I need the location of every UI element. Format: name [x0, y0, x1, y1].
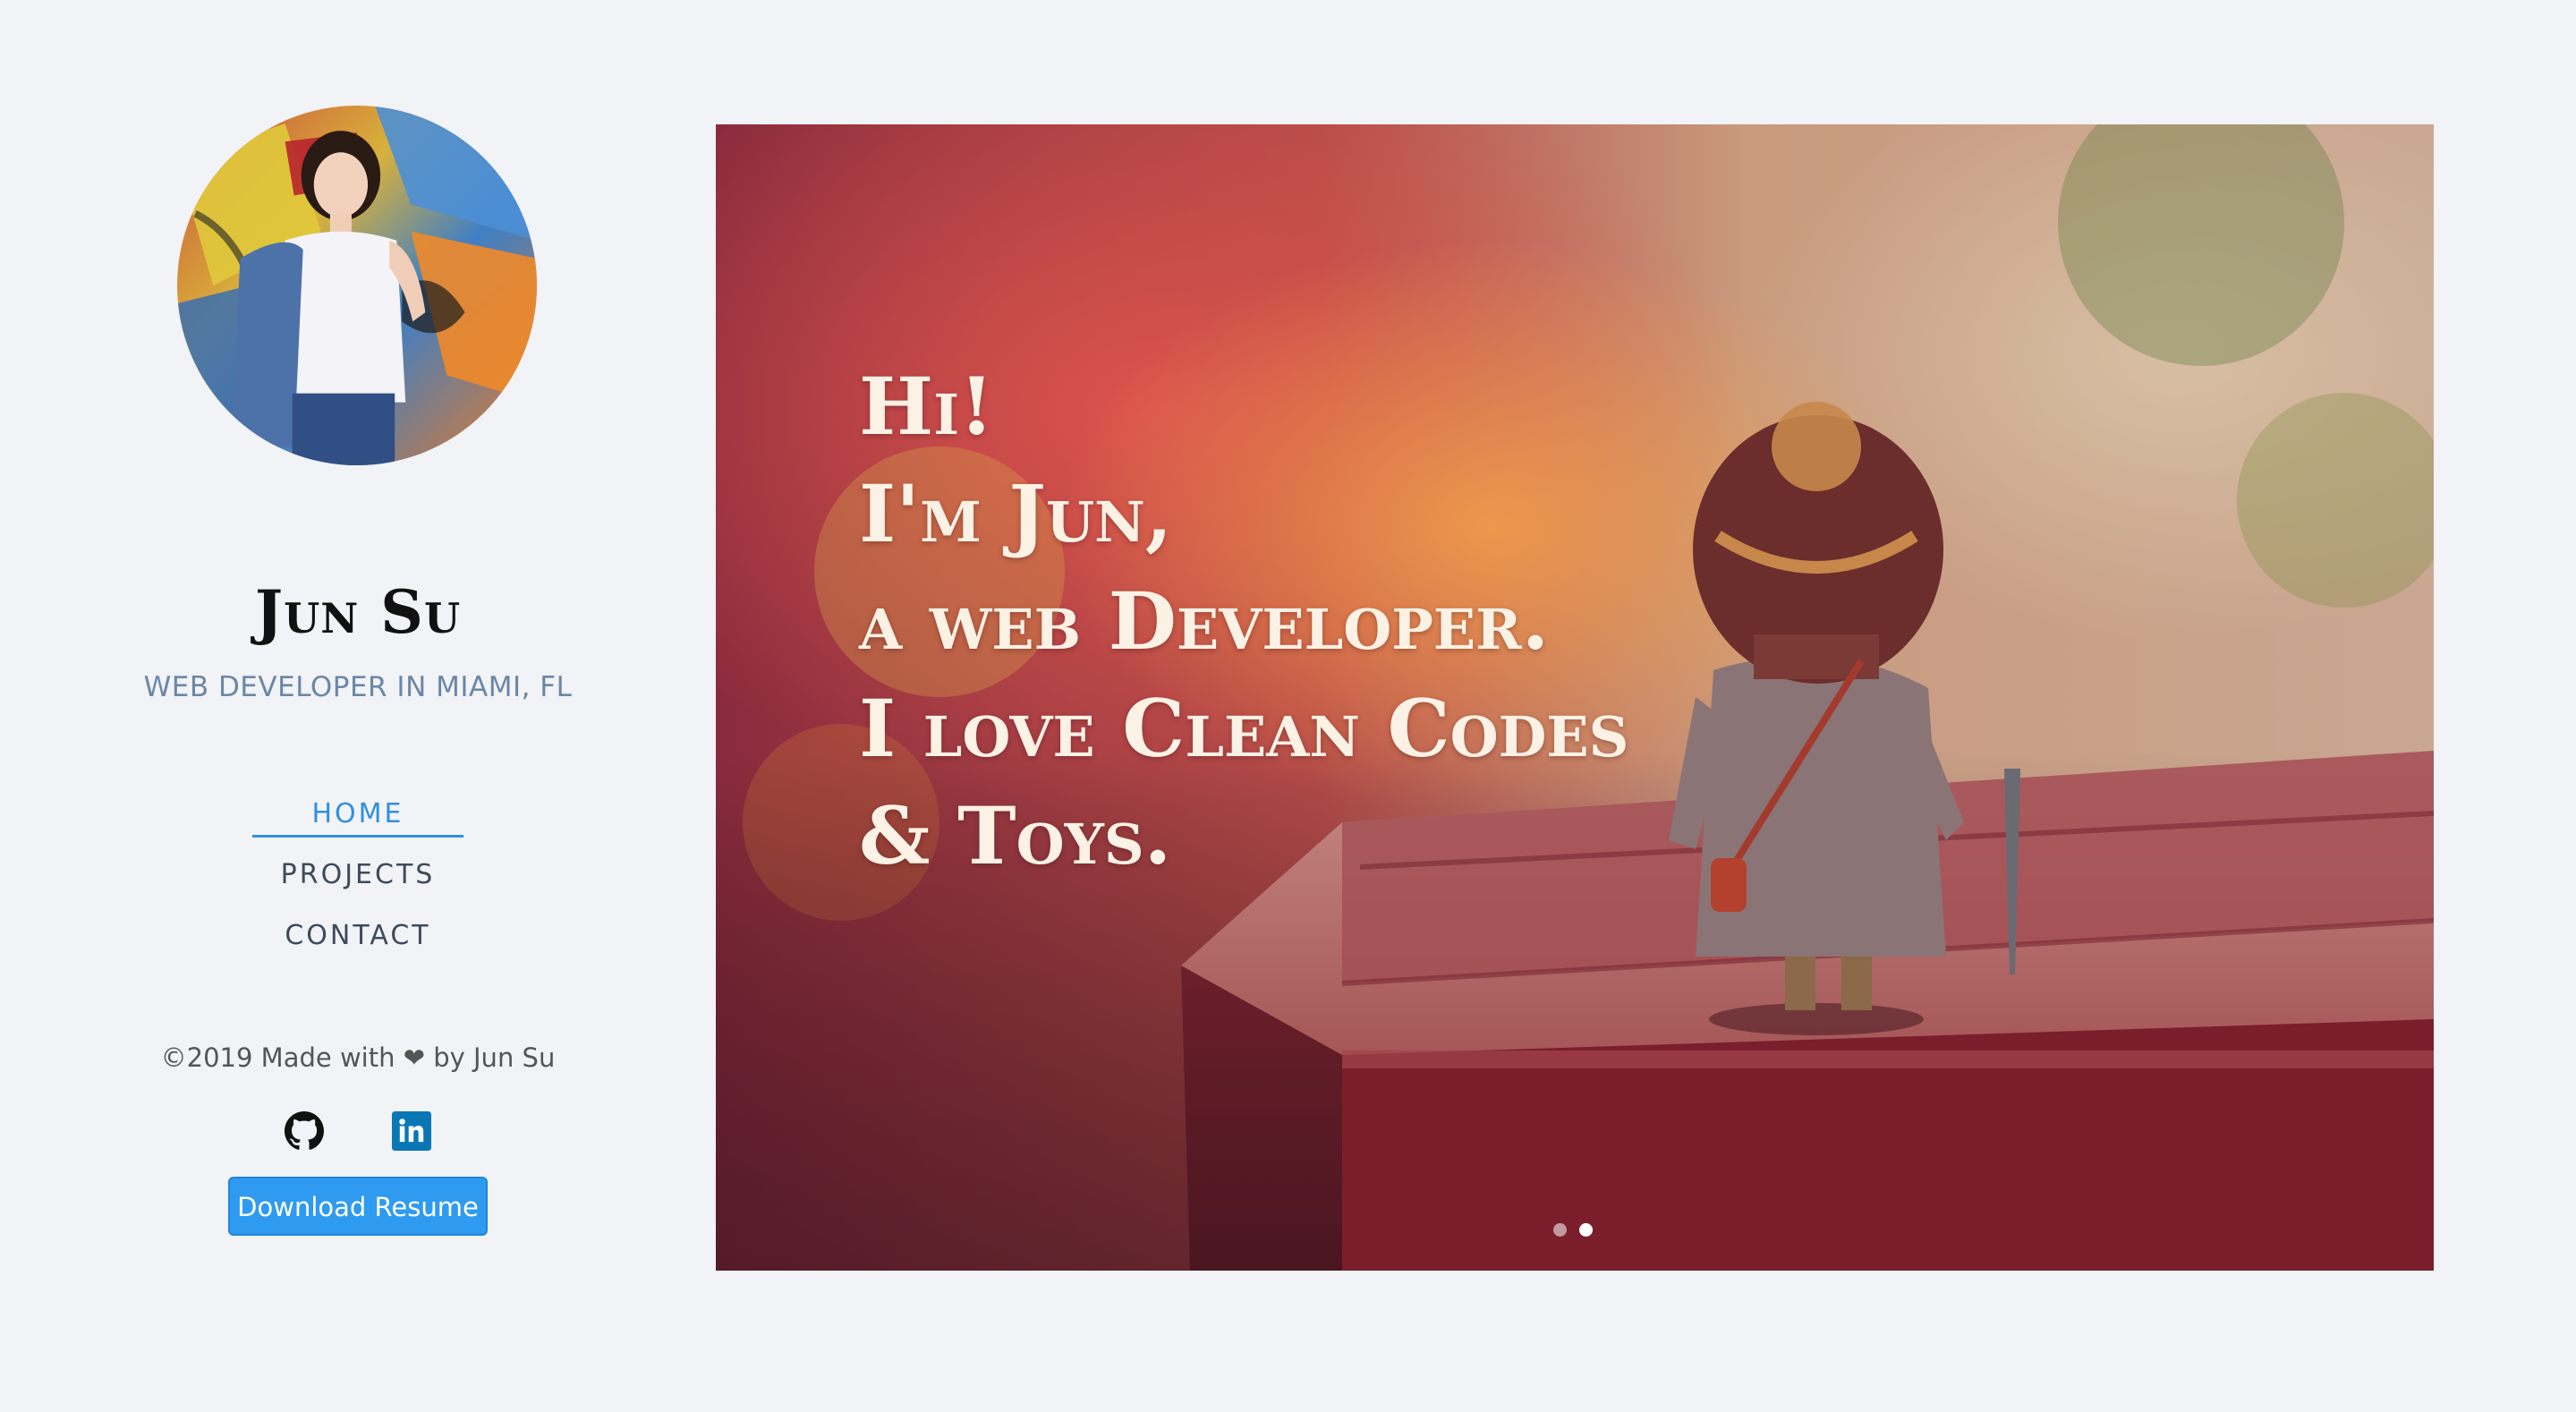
hero-line-2: I'm Jun, — [859, 467, 1173, 560]
hero-line-4: I love Clean Codes — [859, 682, 1629, 775]
github-icon — [285, 1111, 324, 1150]
avatar — [177, 106, 537, 465]
hero-carousel: Hi! I'm Jun, a web Developer. I love Cle… — [716, 124, 2434, 1271]
hero-line-3: a web Developer. — [859, 574, 1550, 668]
linkedin-link[interactable] — [392, 1111, 431, 1151]
main-nav: HOME PROJECTS CONTACT — [0, 792, 716, 974]
copyright-prefix: ©2019 Made with — [160, 1042, 404, 1073]
linkedin-icon — [392, 1111, 431, 1151]
hero-line-1: Hi! — [859, 360, 994, 453]
carousel-dot-1[interactable] — [1553, 1223, 1567, 1237]
github-link[interactable] — [285, 1111, 324, 1151]
nav-item-contact-label: CONTACT — [285, 920, 431, 951]
download-resume-button[interactable]: Download Resume — [228, 1177, 488, 1236]
hero-heading: Hi! I'm Jun, a web Developer. I love Cle… — [859, 353, 1628, 889]
profile-subtitle: WEB DEVELOPER IN MIAMI, FL — [143, 671, 573, 703]
profile-name: Jun Su — [254, 577, 462, 647]
social-links — [0, 1111, 716, 1154]
heart-icon: ❤ — [403, 1042, 425, 1073]
sidebar: Jun Su WEB DEVELOPER IN MIAMI, FL HOME P… — [0, 0, 716, 1412]
hero-line-5: & Toys. — [859, 789, 1172, 882]
carousel-dot-2[interactable] — [1579, 1223, 1593, 1237]
avatar-photo — [177, 106, 537, 465]
nav-item-projects[interactable]: PROJECTS — [0, 853, 716, 914]
nav-item-home-label: HOME — [252, 794, 463, 838]
nav-item-home[interactable]: HOME — [0, 792, 716, 853]
nav-item-contact[interactable]: CONTACT — [0, 914, 716, 974]
carousel-dots — [1553, 1223, 1605, 1238]
nav-item-projects-label: PROJECTS — [280, 859, 436, 890]
copyright-suffix: by Jun Su — [425, 1042, 556, 1073]
copyright: ©2019 Made with ❤ by Jun Su — [0, 1042, 716, 1073]
